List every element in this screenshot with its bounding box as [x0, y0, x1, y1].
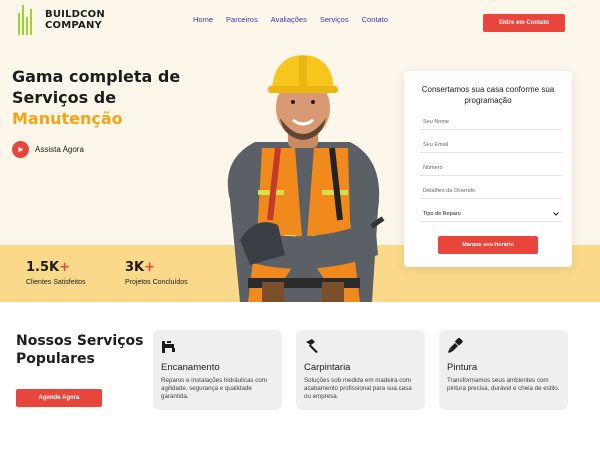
logo-text: BUILDCON COMPANY [45, 9, 105, 31]
details-field[interactable]: Detalhes da Ocorrido [420, 183, 562, 199]
schedule-now-button[interactable]: Agende Agora [16, 389, 102, 407]
service-card-text: Transformamos seus ambientes com pintura… [447, 377, 560, 392]
form-title: Consertamos sua casa conforme sua progra… [421, 85, 555, 105]
service-card-title: Carpintaria [304, 362, 351, 373]
nav-parceiros[interactable]: Parceiros [226, 15, 258, 24]
worker-photo [227, 55, 385, 302]
hammer-icon [306, 339, 318, 353]
stat-clients-label: Clientes Satisfeitos [26, 279, 86, 286]
hero-headline: Gama completa de Serviços de Manutenção [12, 66, 202, 129]
stat-clients: 1.5K+ Clientes Satisfeitos [26, 260, 86, 286]
page: BUILDCON COMPANY Home Parceiros Avaliaçõ… [0, 0, 600, 450]
service-card-plumbing[interactable]: Encanamento Reparos e instalações hidráu… [153, 330, 282, 410]
nav-servicos[interactable]: Serviços [320, 15, 349, 24]
service-card-text: Reparos e instalações hidráulicas com ag… [161, 377, 267, 400]
booking-form: Consertamos sua casa conforme sua progra… [404, 71, 572, 267]
service-card-text: Soluções sob medida em madeira com acaba… [304, 377, 412, 400]
services-title: Nossos Serviços Populares [16, 333, 144, 367]
repair-type-select[interactable]: Tipo de Reparo [420, 206, 562, 222]
logo-bars-icon [18, 5, 40, 35]
service-card-painting[interactable]: Pintura Transformamos seus ambientes com… [439, 330, 568, 410]
schedule-button[interactable]: Marque seu Horário [438, 236, 538, 254]
name-field[interactable]: Seu Nome [420, 114, 562, 130]
nav-avaliacoes[interactable]: Avaliações [271, 15, 307, 24]
stat-clients-value: 1.5K+ [26, 260, 71, 275]
logo-line2: COMPANY [45, 20, 102, 31]
repair-type-label: Tipo de Reparo [423, 210, 461, 217]
nav-home[interactable]: Home [193, 15, 213, 24]
faucet-icon [162, 341, 175, 353]
stat-projects: 3K+ Projetos Concluídos [125, 260, 188, 286]
play-button[interactable] [12, 141, 29, 158]
watch-now-link[interactable]: Assista Agora [12, 141, 84, 158]
headline-line2: Serviços de [12, 88, 117, 107]
headline-accent: Manutenção [12, 109, 123, 128]
phone-field[interactable]: Número [420, 160, 562, 176]
logo[interactable]: BUILDCON COMPANY [18, 5, 105, 35]
chevron-down-icon [553, 211, 559, 216]
service-card-title: Encanamento [161, 362, 220, 373]
nav-contato[interactable]: Contato [362, 15, 388, 24]
service-card-title: Pintura [447, 362, 478, 373]
headline-line1: Gama completa de [12, 67, 181, 86]
main-nav: Home Parceiros Avaliações Serviços Conta… [193, 15, 388, 24]
watch-now-label: Assista Agora [35, 145, 84, 154]
service-card-carpentry[interactable]: Carpintaria Soluções sob medida em madei… [296, 330, 425, 410]
stat-projects-value: 3K+ [125, 260, 156, 275]
stat-projects-label: Projetos Concluídos [125, 279, 188, 286]
logo-line1: BUILDCON [45, 9, 105, 20]
paint-brush-icon [448, 338, 463, 353]
contact-button[interactable]: Entre em Contato [483, 14, 565, 32]
email-field[interactable]: Seu Email [420, 137, 562, 153]
play-icon [18, 146, 24, 153]
